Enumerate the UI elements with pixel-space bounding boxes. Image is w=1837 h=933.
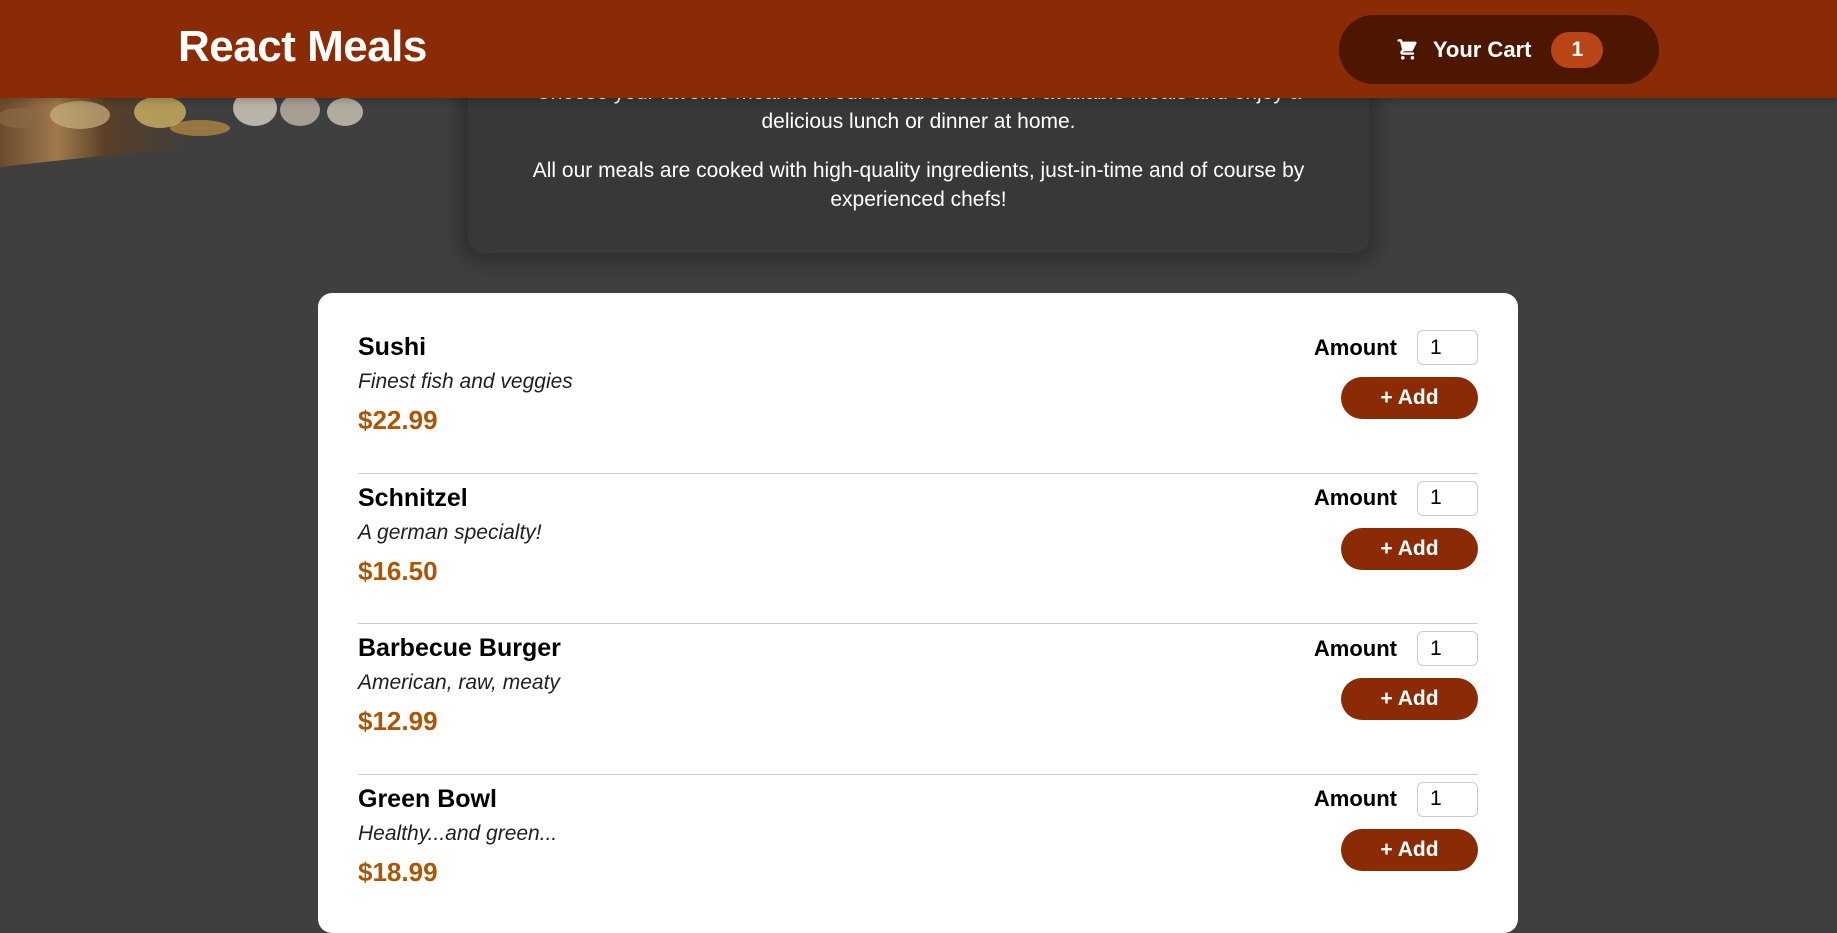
meal-description: A german specialty! <box>358 520 542 544</box>
summary-paragraph-quality: All our meals are cooked with high-quali… <box>532 159 1305 211</box>
app-title: React Meals <box>178 22 427 71</box>
meal-item: Green Bowl Healthy...and green... $18.99… <box>358 775 1478 926</box>
meal-price: $22.99 <box>358 405 438 435</box>
amount-control: Amount <box>1313 480 1478 516</box>
meal-price: $18.99 <box>358 856 438 887</box>
meal-name: Schnitzel <box>358 483 468 512</box>
add-to-cart-button[interactable]: + Add <box>1341 678 1478 720</box>
amount-label: Amount <box>1313 485 1397 510</box>
amount-input[interactable] <box>1417 781 1478 817</box>
shopping-cart-icon <box>1395 38 1419 62</box>
amount-input[interactable] <box>1417 480 1478 516</box>
meal-description: American, raw, meaty <box>358 671 560 694</box>
amount-label: Amount <box>1313 635 1397 661</box>
meal-item: Sushi Finest fish and veggies $22.99 Amo… <box>358 323 1478 474</box>
available-meals-card: Sushi Finest fish and veggies $22.99 Amo… <box>318 293 1518 933</box>
amount-control: Amount <box>1313 781 1478 817</box>
meal-item: Barbecue Burger American, raw, meaty $12… <box>358 624 1478 775</box>
cart-button[interactable]: Your Cart 1 <box>1339 15 1659 84</box>
meal-name: Barbecue Burger <box>358 634 561 662</box>
cart-label: Your Cart <box>1432 36 1532 62</box>
amount-control: Amount <box>1314 631 1478 666</box>
app-header: React Meals Your Cart 1 <box>0 0 1837 98</box>
meal-description: Healthy...and green... <box>358 821 558 845</box>
add-to-cart-button[interactable]: + Add <box>1341 377 1478 419</box>
meal-name: Sushi <box>358 333 427 361</box>
add-to-cart-button[interactable]: + Add <box>1341 527 1478 570</box>
meal-name: Green Bowl <box>358 784 497 813</box>
amount-label: Amount <box>1313 786 1397 811</box>
meal-description: Finest fish and veggies <box>358 370 573 393</box>
amount-control: Amount <box>1314 330 1478 365</box>
amount-label: Amount <box>1313 334 1397 360</box>
cart-count-badge: 1 <box>1551 31 1604 68</box>
add-to-cart-button[interactable]: + Add <box>1341 828 1478 871</box>
meal-price: $12.99 <box>358 706 438 736</box>
meal-price: $16.50 <box>358 555 438 586</box>
meal-item: Schnitzel A german specialty! $16.50 Amo… <box>358 474 1478 624</box>
amount-input[interactable] <box>1417 330 1478 365</box>
meal-list: Sushi Finest fish and veggies $22.99 Amo… <box>358 323 1478 925</box>
amount-input[interactable] <box>1417 631 1478 666</box>
